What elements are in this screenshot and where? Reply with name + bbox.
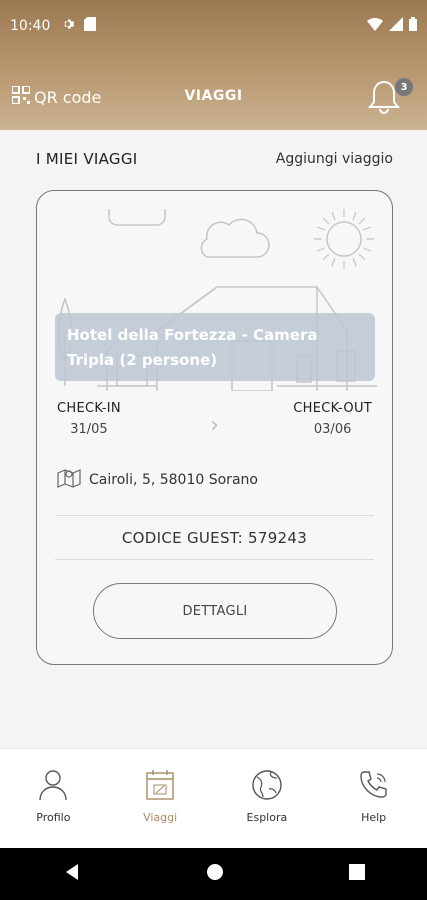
system-nav-bar bbox=[0, 848, 427, 900]
checkin-date: 31/05 bbox=[70, 422, 108, 437]
bell-icon bbox=[367, 80, 401, 120]
notification-badge: 3 bbox=[395, 78, 413, 96]
nav-label: Esplora bbox=[246, 811, 288, 824]
checkout-label: CHECK-OUT bbox=[293, 401, 372, 416]
main-content: I MIEI VIAGGI Aggiungi viaggio Hotel del… bbox=[0, 130, 427, 748]
divider bbox=[55, 559, 374, 560]
chevron-right-icon: › bbox=[210, 413, 219, 438]
check-dates: CHECK-IN 31/05 › CHECK-OUT 03/06 bbox=[57, 401, 372, 451]
nav-esplora[interactable]: Esplora bbox=[214, 749, 321, 848]
map-icon bbox=[57, 467, 81, 493]
nav-label: Viaggi bbox=[143, 811, 178, 824]
checkin-label: CHECK-IN bbox=[57, 401, 121, 416]
checkout-date: 03/06 bbox=[313, 422, 352, 437]
add-trip-link[interactable]: Aggiungi viaggio bbox=[276, 151, 393, 167]
nav-help[interactable]: Help bbox=[320, 749, 427, 848]
back-icon[interactable] bbox=[63, 863, 81, 885]
header-nav: QR code VIAGGI 3 bbox=[0, 72, 427, 124]
globe-icon bbox=[251, 769, 283, 805]
address-text: Cairoli, 5, 58010 Sorano bbox=[89, 472, 258, 488]
nav-profilo[interactable]: Profilo bbox=[0, 749, 107, 848]
hotel-name: Hotel della Fortezza - Camera Tripla (2 … bbox=[55, 313, 375, 381]
checkout-block: CHECK-OUT 03/06 bbox=[293, 401, 372, 437]
section-title: I MIEI VIAGGI bbox=[36, 150, 138, 168]
notifications-button[interactable]: 3 bbox=[367, 78, 413, 120]
bottom-nav: Profilo Viaggi Esplora Help bbox=[0, 748, 427, 848]
nav-viaggi[interactable]: Viaggi bbox=[107, 749, 214, 848]
battery-icon bbox=[409, 17, 417, 35]
nav-label: Help bbox=[361, 811, 387, 824]
nav-label: Profilo bbox=[36, 811, 71, 824]
guest-code: CODICE GUEST: 579243 bbox=[121, 529, 308, 547]
details-button[interactable]: DETTAGLI bbox=[93, 583, 337, 639]
sd-card-icon bbox=[84, 17, 97, 35]
recents-icon[interactable] bbox=[348, 864, 365, 884]
trip-card[interactable]: Hotel della Fortezza - Camera Tripla (2 … bbox=[36, 190, 393, 665]
person-icon bbox=[38, 769, 68, 805]
trip-address[interactable]: Cairoli, 5, 58010 Sorano bbox=[57, 467, 258, 493]
phone-icon bbox=[358, 769, 390, 805]
calendar-icon bbox=[145, 769, 175, 805]
home-icon[interactable] bbox=[206, 863, 224, 885]
gear-icon bbox=[62, 17, 76, 35]
status-bar: 10:40 bbox=[0, 0, 427, 52]
checkin-block: CHECK-IN 31/05 bbox=[57, 401, 121, 437]
signal-icon bbox=[389, 17, 403, 35]
page-title: VIAGGI bbox=[184, 88, 243, 104]
section-header: I MIEI VIAGGI Aggiungi viaggio bbox=[36, 150, 393, 168]
app-header: 10:40 QR code VIAGGI 3 bbox=[0, 0, 427, 130]
divider bbox=[55, 515, 374, 516]
wifi-icon bbox=[367, 17, 383, 35]
status-time: 10:40 bbox=[10, 18, 51, 34]
